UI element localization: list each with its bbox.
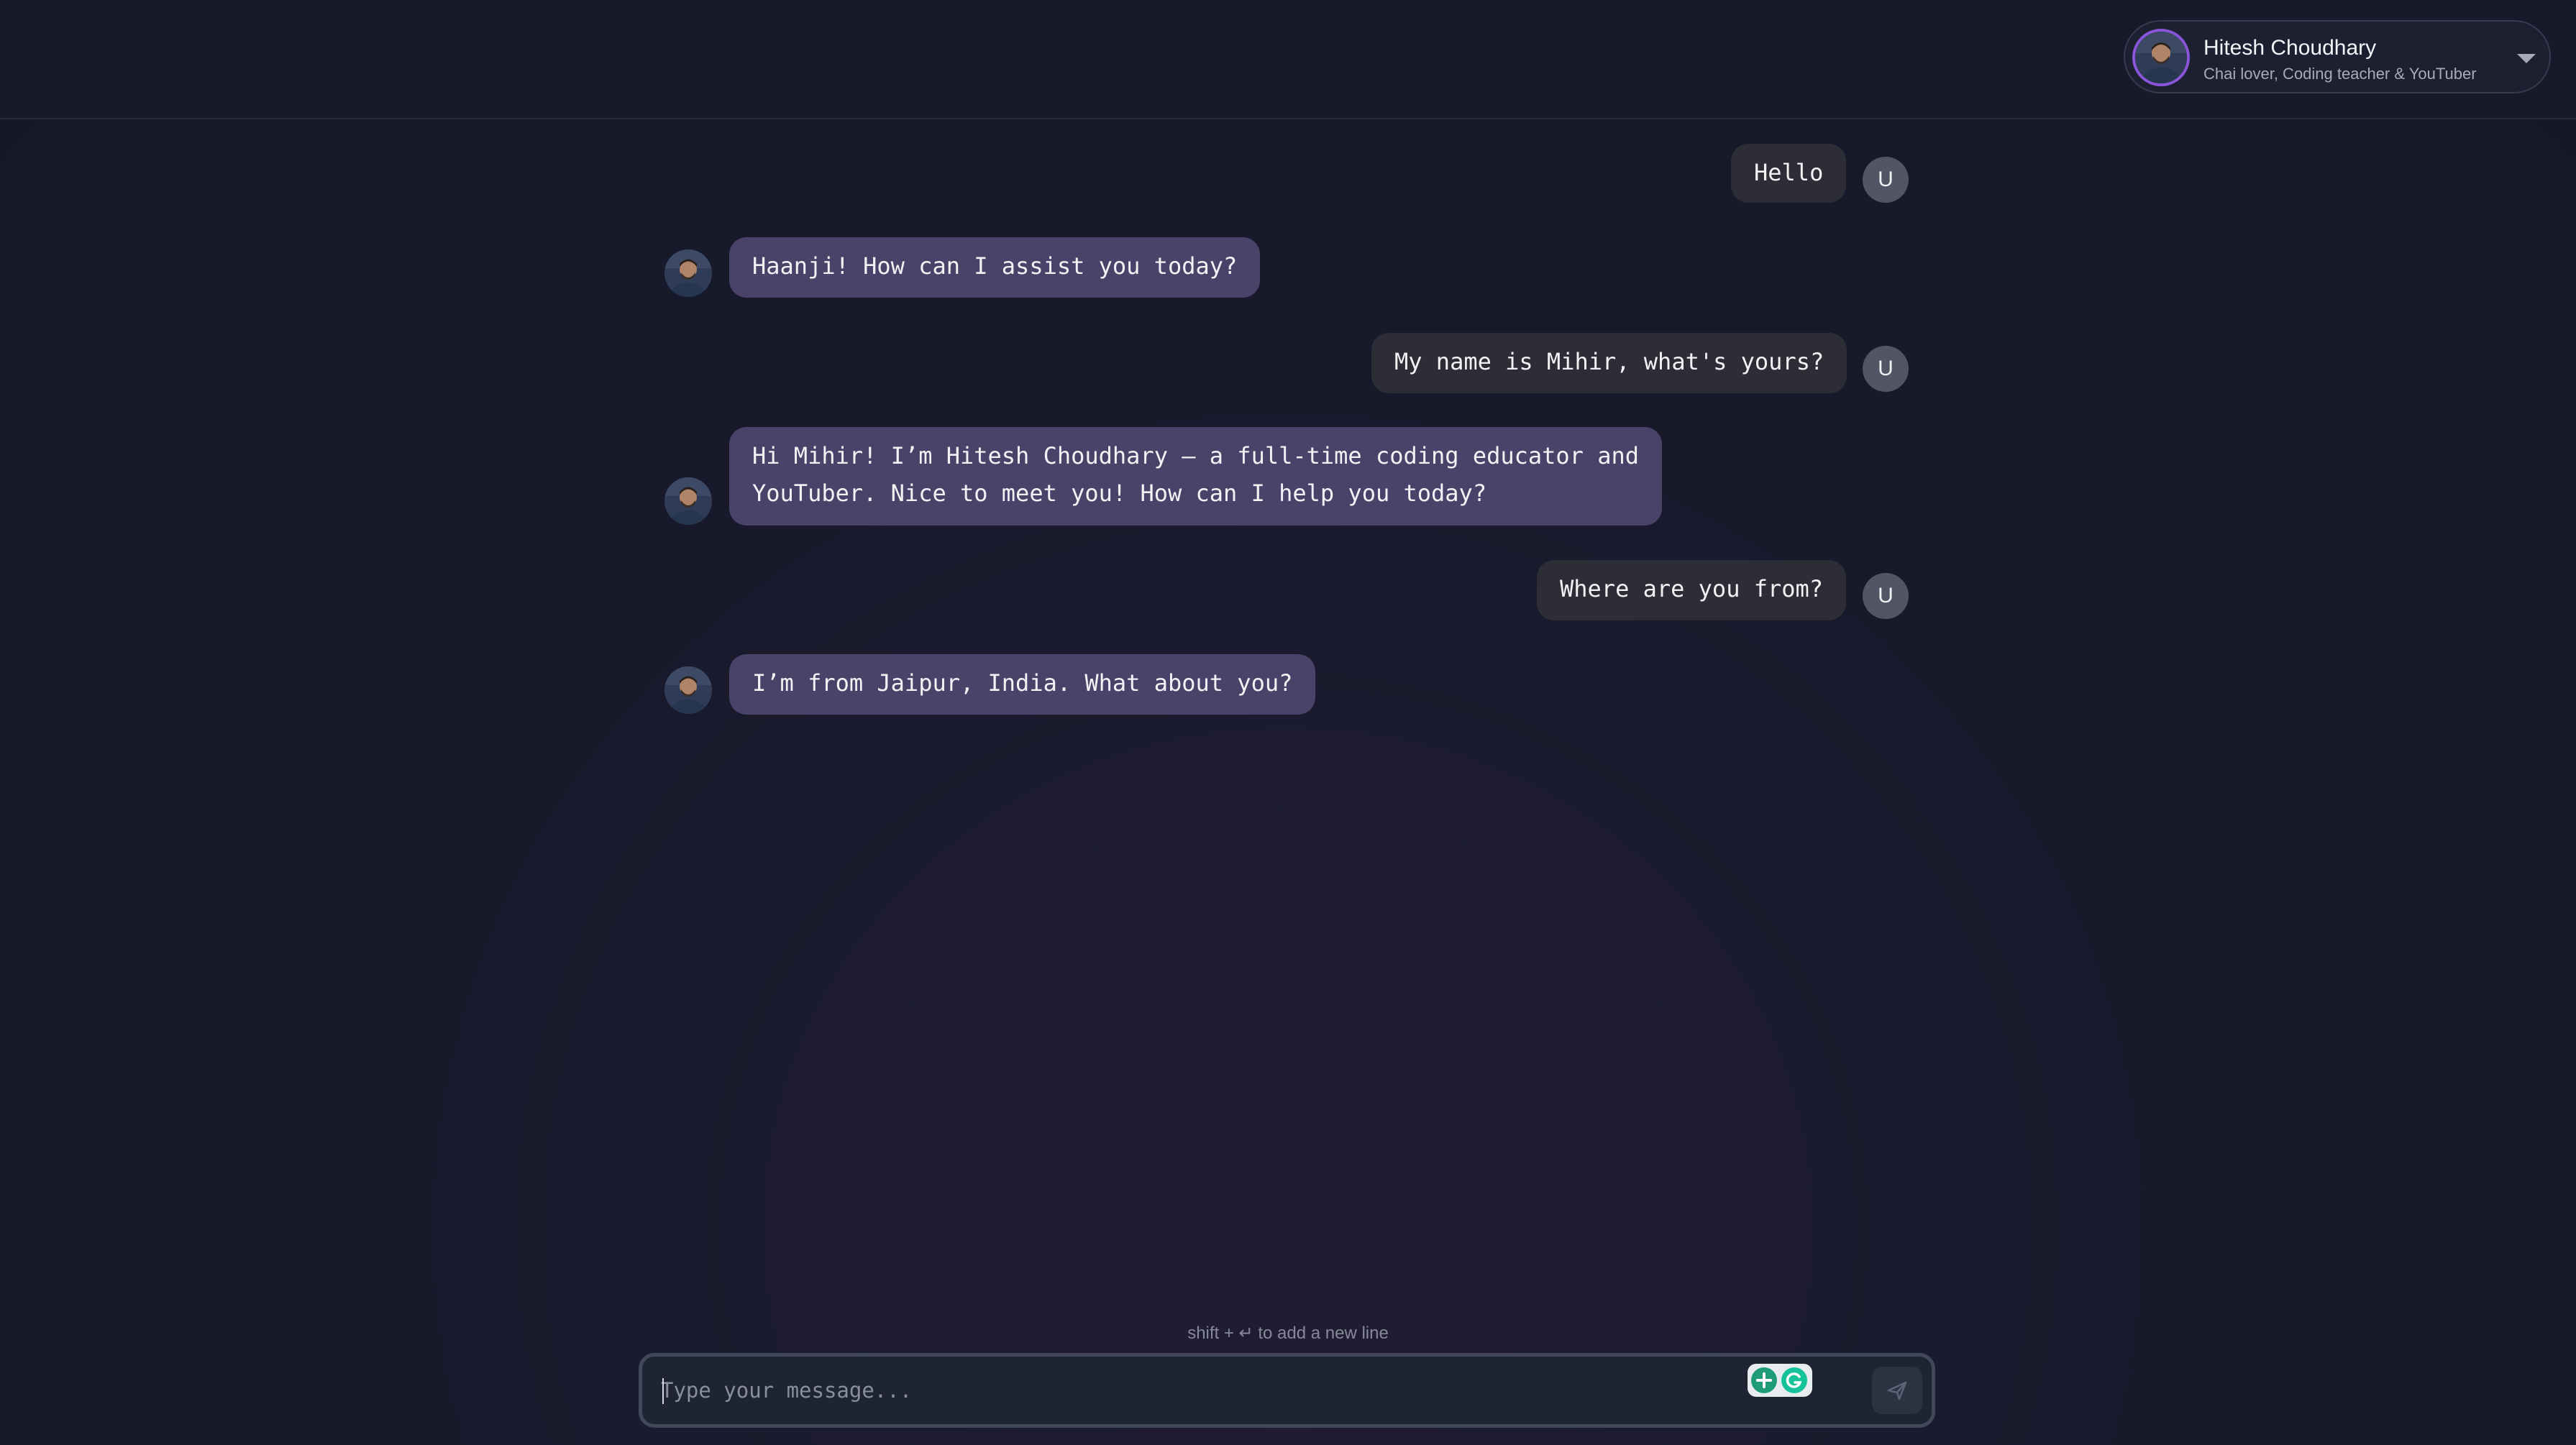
text-cursor [662,1378,664,1404]
extension-icons[interactable] [1748,1364,1812,1397]
message-text: My name is Mihir, what's yours? [1394,348,1824,375]
user-avatar: U [1863,346,1909,392]
message-text: I’m from Jaipur, India. What about you? [752,669,1293,697]
assistant-message: Hi Mihir! I’m Hitesh Choudhary — a full-… [729,427,1662,526]
message-text: Hello [1754,159,1824,186]
message-line: Hi Mihir! I’m Hitesh Choudhary — a full-… [752,442,1639,469]
add-plus-icon[interactable] [1751,1367,1777,1393]
user-message: My name is Mihir, what's yours? [1371,333,1847,393]
message-text: Haanji! How can I assist you today? [752,252,1238,280]
message-input[interactable] [661,1370,1653,1411]
assistant-avatar [664,477,712,525]
user-message: Where are you from? [1537,560,1847,620]
user-avatar: U [1863,573,1909,619]
assistant-avatar [664,249,712,297]
user-avatar: U [1863,157,1909,203]
send-button[interactable] [1872,1367,1922,1414]
assistant-avatar [664,666,712,714]
chat-thread: Hello U Haanji! How can I assist you tod… [0,0,2576,1445]
grammarly-icon[interactable] [1781,1367,1807,1393]
assistant-avatar-image [664,666,712,714]
send-icon [1887,1381,1907,1400]
assistant-avatar-image [664,477,712,525]
assistant-avatar-image [664,249,712,297]
message-text: Where are you from? [1560,575,1824,602]
message-line: YouTuber. Nice to meet you! How can I he… [752,480,1487,507]
message-composer [639,1353,1935,1428]
assistant-message: Haanji! How can I assist you today? [729,237,1261,298]
user-message: Hello [1731,144,1847,203]
new-line-hint: shift + ↵ to add a new line [1187,1324,1389,1343]
assistant-message: I’m from Jaipur, India. What about you? [729,654,1316,715]
